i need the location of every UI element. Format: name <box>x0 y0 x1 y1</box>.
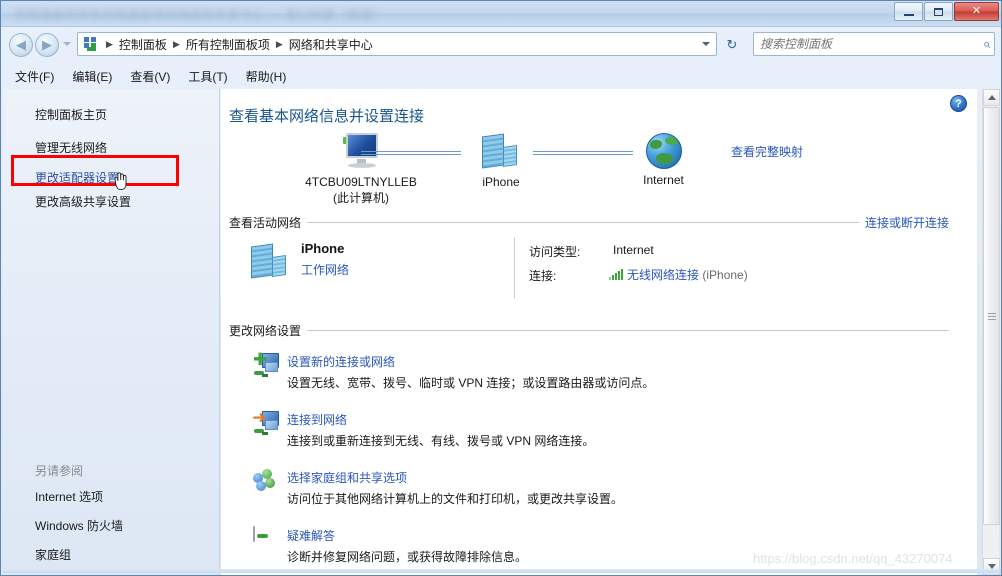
address-dropdown-icon[interactable] <box>698 42 714 46</box>
close-button[interactable]: ✕ <box>954 2 999 21</box>
active-network-icon <box>249 243 291 281</box>
search-input[interactable] <box>758 36 983 52</box>
change-settings-header: 更改网络设置 <box>229 324 302 338</box>
window-controls: ✕ <box>894 2 999 21</box>
title-bar: 控制面板的所有控制面板项的网络和共享中心 — 窗口标题（模糊） ✕ <box>1 1 1001 27</box>
option-title[interactable]: 选择家庭组和共享选项 <box>287 469 407 486</box>
connect-network-icon: ➜ <box>252 409 279 435</box>
active-network-type-link[interactable]: 工作网络 <box>301 261 349 278</box>
option-title[interactable]: 疑难解答 <box>287 527 335 544</box>
option-title[interactable]: 设置新的连接或网络 <box>287 353 395 370</box>
main-content: ? 查看基本网络信息并设置连接 4TCBU09LTNYLLEB (此计算机) i… <box>221 89 977 575</box>
change-settings-header-row: 更改网络设置 <box>229 322 949 339</box>
sidebar-item-change-advanced-sharing-settings[interactable]: 更改高级共享设置 <box>35 193 131 210</box>
recent-pages-dropdown-icon[interactable] <box>63 42 71 46</box>
menu-bar: 文件(F) 编辑(E) 查看(V) 工具(T) 帮助(H) <box>1 65 1001 87</box>
wireless-connection-suffix: (iPhone) <box>702 268 748 282</box>
network-node-iphone[interactable]: iPhone <box>446 133 556 189</box>
breadcrumb-separator-1[interactable]: ▶ <box>170 39 183 50</box>
homegroup-icon <box>253 469 279 493</box>
option-description: 连接到或重新连接到无线、有线、拨号或 VPN 网络连接。 <box>287 434 595 448</box>
active-networks-header-row: 查看活动网络 连接或断开连接 <box>229 214 949 231</box>
scroll-up-arrow-icon[interactable] <box>983 89 1000 106</box>
annotation-highlight-box <box>11 155 179 186</box>
section-divider <box>307 222 859 223</box>
scrollbar-thumb[interactable] <box>983 107 1000 525</box>
refresh-icon[interactable]: ↻ <box>721 34 743 55</box>
menu-item-edit[interactable]: 编辑(E) <box>72 68 112 85</box>
active-network-name: iPhone <box>301 241 345 256</box>
control-panel-window: 控制面板的所有控制面板项的网络和共享中心 — 窗口标题（模糊） ✕ ◀ ▶ ▶ … <box>0 0 1002 576</box>
wireless-connection-link[interactable]: 无线网络连接 <box>627 268 699 282</box>
breadcrumb-item-1[interactable]: 所有控制面板项 <box>183 36 273 53</box>
network-server-icon <box>480 133 522 171</box>
connection-label: 连接: <box>529 269 557 283</box>
network-map: 4TCBU09LTNYLLEB (此计算机) iPhone Internet 查… <box>221 133 977 205</box>
menu-item-view[interactable]: 查看(V) <box>130 68 170 85</box>
new-connection-icon: ✚ <box>253 351 279 377</box>
option-title[interactable]: 连接到网络 <box>287 411 347 428</box>
status-bar <box>3 569 1001 573</box>
access-type-value: Internet <box>613 243 654 257</box>
breadcrumb-separator-0[interactable]: ▶ <box>103 39 116 50</box>
breadcrumb-item-0[interactable]: 控制面板 <box>116 36 170 53</box>
network-node-internet[interactable]: Internet <box>606 133 721 187</box>
network-node-iphone-label: iPhone <box>482 175 520 189</box>
search-icon[interactable]: ⌕ <box>983 36 990 52</box>
network-node-computer-sublabel: (此计算机) <box>333 191 389 205</box>
scrollbar-grip-icon <box>987 312 996 320</box>
network-node-computer[interactable]: 4TCBU09LTNYLLEB (此计算机) <box>281 133 441 206</box>
active-network-entry: iPhone 工作网络 访问类型: Internet 连接: 无线网络连接 (i… <box>229 237 949 299</box>
back-button[interactable]: ◀ <box>9 33 33 57</box>
access-type-label: 访问类型: <box>529 245 581 259</box>
active-networks-header: 查看活动网络 <box>229 216 302 230</box>
address-bar[interactable]: ▶ 控制面板 ▶ 所有控制面板项 ▶ 网络和共享中心 <box>77 32 717 56</box>
address-bar-row: ◀ ▶ ▶ 控制面板 ▶ 所有控制面板项 ▶ 网络和共享中心 ↻ ⌕ <box>1 27 1001 63</box>
view-full-map-link[interactable]: 查看完整映射 <box>731 143 803 160</box>
network-node-internet-label: Internet <box>643 173 684 187</box>
watermark-text: https://blog.csdn.net/qq_43270074 <box>753 551 953 566</box>
connect-or-disconnect-link[interactable]: 连接或断开连接 <box>865 214 949 231</box>
sidebar-item-control-panel-home[interactable]: 控制面板主页 <box>35 106 107 123</box>
wifi-signal-icon <box>609 269 624 280</box>
network-server-icon <box>249 243 291 281</box>
window-title: 控制面板的所有控制面板项的网络和共享中心 — 窗口标题（模糊） <box>15 8 386 22</box>
option-description: 诊断并修复网络问题，或获得故障排除信息。 <box>287 550 528 564</box>
forward-button[interactable]: ▶ <box>35 33 59 57</box>
menu-item-tools[interactable]: 工具(T) <box>188 68 227 85</box>
search-box[interactable]: ⌕ <box>753 32 995 56</box>
active-networks-section: 查看活动网络 连接或断开连接 iPhone 工作网络 访问类型: Interne… <box>229 214 949 299</box>
troubleshoot-icon <box>253 526 279 551</box>
globe-icon <box>645 133 682 169</box>
option-description: 访问位于其他网络计算机上的文件和打印机，或更改共享设置。 <box>287 492 624 506</box>
see-also-header: 另请参阅 <box>35 464 84 478</box>
change-settings-section: 更改网络设置 <box>229 322 949 339</box>
breadcrumb-item-2[interactable]: 网络和共享中心 <box>286 36 376 53</box>
network-node-computer-label: 4TCBU09LTNYLLEB <box>305 175 417 189</box>
control-panel-icon <box>83 36 99 52</box>
menu-item-file[interactable]: 文件(F) <box>15 68 54 85</box>
menu-item-help[interactable]: 帮助(H) <box>246 68 287 85</box>
sidebar-item-homegroup[interactable]: 家庭组 <box>35 546 71 563</box>
maximize-button[interactable] <box>924 2 953 21</box>
connection-value[interactable]: 无线网络连接 (iPhone) <box>609 266 748 283</box>
sidebar-item-windows-firewall[interactable]: Windows 防火墙 <box>35 517 123 534</box>
hand-cursor-icon <box>114 172 127 190</box>
sidebar-item-manage-wireless-networks[interactable]: 管理无线网络 <box>35 139 107 156</box>
breadcrumb-separator-2[interactable]: ▶ <box>273 39 286 50</box>
minimize-button[interactable] <box>894 2 923 21</box>
option-description: 设置无线、宽带、拨号、临时或 VPN 连接；或设置路由器或访问点。 <box>287 376 655 390</box>
vertical-scrollbar[interactable] <box>982 89 1000 575</box>
page-title: 查看基本网络信息并设置连接 <box>229 108 425 125</box>
sidebar-item-internet-options[interactable]: Internet 选项 <box>35 488 103 505</box>
vertical-divider <box>514 237 515 299</box>
help-icon[interactable]: ? <box>950 95 967 112</box>
section-divider <box>307 330 949 331</box>
